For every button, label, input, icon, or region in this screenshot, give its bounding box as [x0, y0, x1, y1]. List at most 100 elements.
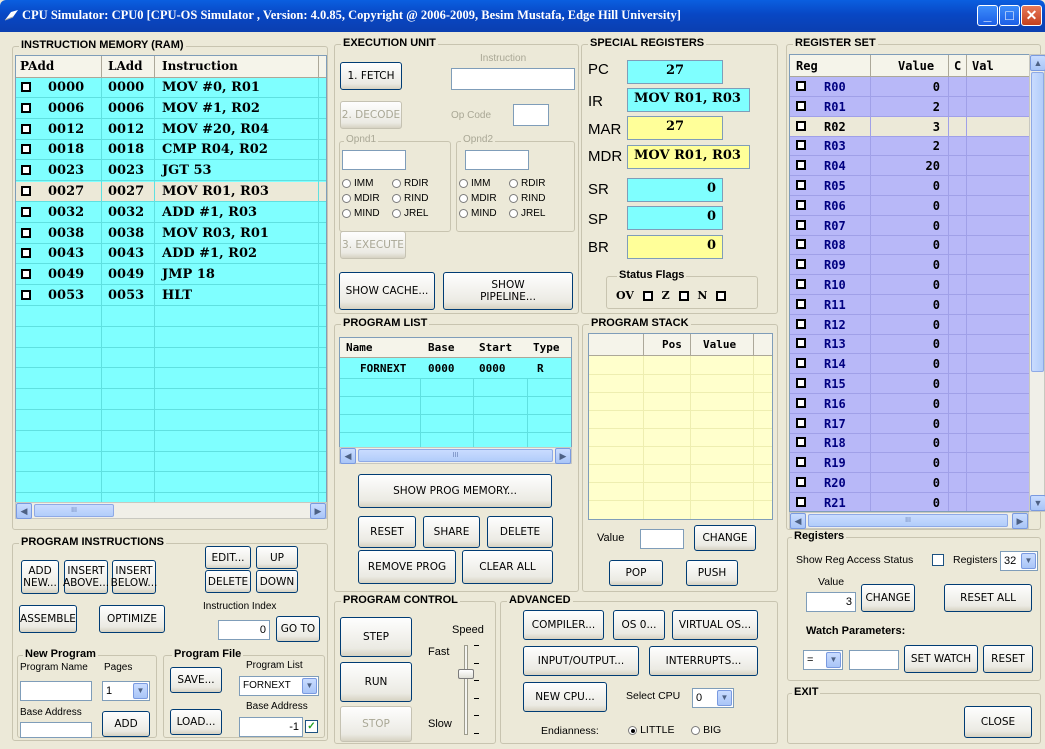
register-checkbox[interactable]	[796, 397, 806, 408]
row-checkbox[interactable]	[21, 186, 31, 196]
row-checkbox[interactable]	[21, 123, 31, 134]
mode-radio-jrel[interactable]: JREL	[392, 208, 428, 219]
vscroll-thumb[interactable]	[1031, 72, 1044, 372]
register-row[interactable]: R17 0	[790, 413, 1032, 434]
table-row[interactable]: 0038 0038 MOV R03, R01	[16, 223, 326, 245]
speed-slider[interactable]	[452, 641, 486, 739]
scroll-right-button[interactable]: ▶	[555, 448, 571, 464]
register-checkbox[interactable]	[796, 140, 806, 151]
register-vscrollbar[interactable]: ▲ ▼	[1029, 54, 1045, 512]
scroll-thumb[interactable]: III	[808, 514, 1008, 527]
down-button[interactable]: DOWN	[256, 570, 298, 593]
mode-radio-mind[interactable]: MIND	[459, 208, 497, 219]
file-base-address-input[interactable]: -1	[239, 717, 303, 737]
register-checkbox[interactable]	[796, 81, 806, 91]
instruction-hscrollbar[interactable]: ◀ III ▶	[15, 502, 327, 519]
show-cache-button[interactable]: SHOW CACHE...	[339, 272, 435, 310]
instruction-memory-grid[interactable]: PAdd LAdd Instruction 0000 0000 MOV #0, R0…	[15, 55, 327, 517]
row-checkbox[interactable]	[21, 290, 31, 300]
select-cpu-dropdown[interactable]: 0 ▼	[692, 688, 734, 708]
up-button[interactable]: UP	[256, 546, 298, 569]
decode-button[interactable]: 2. DECODE	[340, 101, 402, 129]
register-checkbox[interactable]	[796, 219, 806, 230]
base-address-checkbox[interactable]: ✓	[305, 720, 318, 733]
table-row[interactable]: 0000 0000 MOV #0, R01	[16, 78, 326, 99]
scroll-right-button[interactable]: ▶	[310, 503, 326, 519]
register-row[interactable]: R09 0	[790, 255, 1032, 276]
register-checkbox[interactable]	[796, 417, 806, 428]
table-row[interactable]	[16, 473, 326, 495]
add-new-button[interactable]: ADD NEW...	[21, 560, 59, 594]
add-program-button[interactable]: ADD	[102, 711, 150, 737]
table-row[interactable]	[16, 390, 326, 411]
new-cpu-button[interactable]: NEW CPU...	[523, 682, 607, 712]
pop-button[interactable]: POP	[609, 560, 663, 586]
register-row[interactable]: R21 0	[790, 492, 1032, 511]
scroll-left-button[interactable]: ◀	[340, 448, 356, 464]
table-row[interactable]: 0049 0049 JMP 18	[16, 265, 326, 287]
table-row[interactable]	[16, 410, 326, 432]
register-row[interactable]: R15 0	[790, 374, 1032, 394]
table-row[interactable]	[16, 369, 326, 391]
register-row[interactable]: R07 0	[790, 215, 1032, 236]
push-button[interactable]: PUSH	[686, 560, 738, 586]
close-window-button[interactable]: ✕	[1021, 5, 1042, 26]
register-row[interactable]: R11 0	[790, 294, 1032, 315]
big-endian-radio[interactable]: BIG	[691, 724, 721, 736]
register-checkbox[interactable]	[796, 160, 806, 171]
register-checkbox[interactable]	[796, 180, 806, 190]
flag-ov-checkbox[interactable]	[642, 291, 653, 301]
row-checkbox[interactable]	[21, 227, 31, 238]
speed-slider-thumb[interactable]	[458, 669, 474, 679]
optimize-button[interactable]: OPTIMIZE	[99, 605, 165, 633]
input-output-button[interactable]: INPUT/OUTPUT...	[523, 646, 639, 676]
register-row[interactable]: R02 3	[790, 116, 1032, 137]
goto-button[interactable]: GO TO	[276, 616, 320, 642]
execute-button[interactable]: 3. EXECUTE	[340, 231, 406, 259]
clear-all-button[interactable]: CLEAR ALL	[462, 550, 553, 584]
register-count-select[interactable]: 32 ▼	[1000, 551, 1038, 571]
table-row[interactable]	[16, 348, 326, 370]
reg-change-button[interactable]: CHANGE	[861, 584, 915, 612]
reg-value-input[interactable]: 3	[806, 592, 856, 612]
register-row[interactable]: R12 0	[790, 314, 1032, 335]
table-row[interactable]: 0027 0027 MOV R01, R03	[16, 182, 326, 203]
register-hscrollbar[interactable]: ◀ III ▶	[789, 512, 1029, 529]
scroll-thumb[interactable]: III	[34, 504, 114, 517]
scroll-thumb[interactable]: III	[358, 449, 553, 462]
table-row[interactable]	[16, 327, 326, 349]
table-row[interactable]	[16, 452, 326, 474]
load-button[interactable]: LOAD...	[170, 709, 222, 735]
mode-radio-rdir[interactable]: RDIR	[509, 178, 545, 189]
reset-program-button[interactable]: RESET	[358, 516, 416, 548]
insert-above-button[interactable]: INSERT ABOVE...	[63, 560, 109, 594]
show-access-checkbox[interactable]	[932, 554, 944, 566]
virtual-os-button[interactable]: VIRTUAL OS...	[672, 610, 758, 640]
register-row[interactable]: R05 0	[790, 176, 1032, 196]
register-checkbox[interactable]	[796, 477, 806, 487]
register-row[interactable]: R16 0	[790, 393, 1032, 414]
scroll-right-button[interactable]: ▶	[1012, 513, 1028, 529]
remove-prog-button[interactable]: REMOVE PROG	[358, 550, 456, 584]
mode-radio-mind[interactable]: MIND	[342, 208, 380, 219]
save-button[interactable]: SAVE...	[170, 667, 222, 693]
register-checkbox[interactable]	[796, 437, 806, 448]
register-row[interactable]: R08 0	[790, 235, 1032, 256]
register-checkbox[interactable]	[796, 259, 806, 270]
program-list-hscrollbar[interactable]: ◀ III ▶	[339, 447, 572, 464]
program-stack-grid[interactable]: Pos Value	[588, 333, 773, 520]
row-checkbox[interactable]	[21, 144, 31, 155]
close-button[interactable]: CLOSE	[964, 706, 1032, 738]
delete-program-button[interactable]: DELETE	[487, 516, 553, 548]
minimize-button[interactable]: _	[977, 5, 998, 26]
row-checkbox[interactable]	[21, 102, 31, 113]
row-checkbox[interactable]	[21, 248, 31, 259]
program-list-row[interactable]: FORNEXT 0000 0000 R	[340, 359, 571, 379]
program-name-input[interactable]	[20, 681, 92, 701]
scroll-left-button[interactable]: ◀	[790, 513, 806, 529]
watch-reset-button[interactable]: RESET	[983, 645, 1033, 673]
interrupts-button[interactable]: INTERRUPTS...	[649, 646, 758, 676]
register-row[interactable]: R04 20	[790, 156, 1032, 177]
register-checkbox[interactable]	[796, 199, 806, 210]
table-row[interactable]	[16, 431, 326, 453]
